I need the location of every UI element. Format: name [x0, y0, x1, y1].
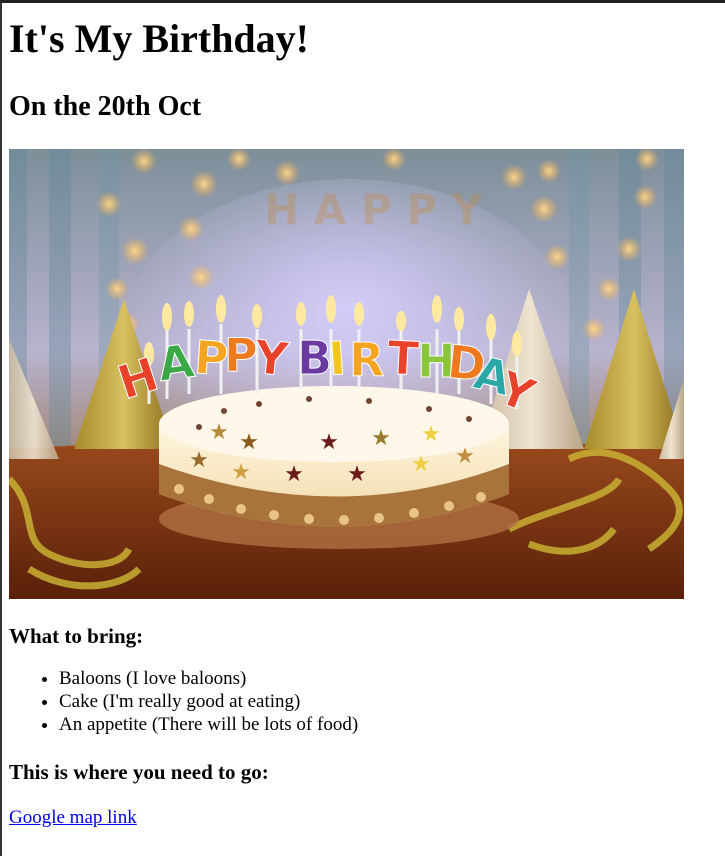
list-item: Baloons (I love baloons): [59, 667, 725, 690]
svg-text:★: ★: [319, 430, 339, 455]
svg-text:★: ★: [209, 420, 229, 445]
birthday-cake-image: H A P P Y ★ ★ ★ ★ ★ ★ ★ ★ ★ ★ ★ H A P P …: [9, 149, 684, 599]
google-map-link[interactable]: Google map link: [9, 807, 137, 829]
list-item: An appetite (There will be lots of food): [59, 713, 725, 736]
what-to-bring-heading: What to bring:: [9, 624, 144, 648]
svg-text:★: ★: [421, 422, 441, 447]
svg-text:★: ★: [239, 430, 259, 455]
svg-text:★: ★: [189, 448, 209, 473]
page: It's My Birthday! On the 20th Oct H A P …: [2, 17, 725, 829]
date-subtitle: On the 20th Oct: [9, 91, 202, 122]
svg-text:★: ★: [347, 462, 367, 487]
svg-text:★: ★: [231, 460, 251, 485]
svg-text:★: ★: [371, 426, 391, 451]
location-heading: This is where you need to go:: [9, 760, 269, 784]
page-title: It's My Birthday!: [9, 16, 309, 61]
svg-text:★: ★: [411, 452, 431, 477]
svg-text:H A P P Y: H A P P Y: [264, 185, 483, 234]
svg-text:R: R: [349, 333, 384, 387]
svg-text:Y: Y: [251, 330, 291, 387]
list-item: Cake (I'm really good at eating): [59, 690, 725, 713]
svg-text:T: T: [386, 330, 421, 386]
svg-text:★: ★: [284, 462, 304, 487]
bring-list: Baloons (I love baloons) Cake (I'm reall…: [9, 667, 725, 736]
svg-text:★: ★: [455, 444, 475, 469]
